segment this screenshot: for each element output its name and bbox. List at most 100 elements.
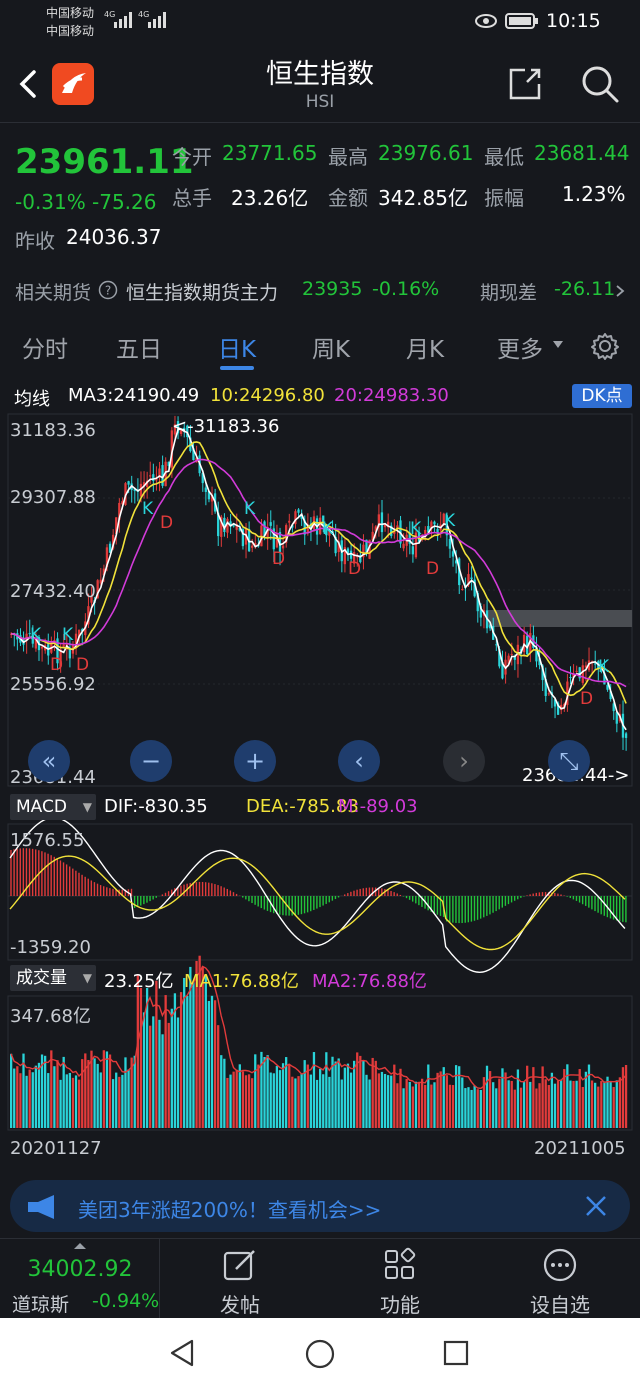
volume-bar — [618, 1077, 622, 1128]
post-button[interactable]: 发帖 — [160, 1239, 320, 1319]
volume-bar — [217, 1025, 220, 1128]
volume-bar — [448, 1084, 452, 1128]
volume-bar — [597, 1086, 600, 1128]
add-watchlist-button[interactable]: 设自选 — [480, 1239, 640, 1319]
volume-bar — [281, 1063, 285, 1128]
volume-bar — [615, 1080, 618, 1128]
volume-bar — [319, 1068, 322, 1128]
volume-bar — [176, 1017, 180, 1128]
volume-bar — [470, 1089, 473, 1128]
kd-signal-marker: K — [30, 625, 42, 645]
promo-banner[interactable]: 美团3年涨超200%！查看机会>> — [10, 1180, 630, 1232]
nav-back-icon[interactable] — [168, 1338, 198, 1368]
volume-bar — [93, 1058, 96, 1128]
dropdown-arrow-icon — [553, 341, 563, 348]
volume-bar — [402, 1088, 405, 1128]
zoom-in-button[interactable]: + — [234, 740, 276, 782]
volume-bar — [142, 1012, 146, 1128]
volume-bar — [235, 1069, 238, 1128]
prev-close-value: 24036.37 — [66, 225, 162, 249]
volume-bar — [34, 1065, 38, 1128]
volume-bar — [96, 1063, 99, 1128]
scroll-left-button[interactable]: ‹ — [338, 740, 380, 782]
volume-bar — [368, 1079, 371, 1128]
candle-body — [232, 525, 235, 527]
volume-bar — [349, 1072, 353, 1128]
tab-five-day[interactable]: 五日 — [116, 330, 162, 364]
kd-signal-marker: D — [426, 559, 439, 579]
tab-weekly-k[interactable]: 周K — [312, 330, 350, 364]
volume-bar — [108, 1054, 112, 1128]
tab-daily-k[interactable]: 日K — [218, 330, 256, 364]
volume-y-top: 347.68亿 — [10, 1006, 91, 1027]
banner-text: 美团3年涨超200%！查看机会>> — [78, 1198, 382, 1222]
volume-bar — [467, 1087, 470, 1128]
macd-selector[interactable]: MACD ▼ — [10, 794, 96, 820]
grid-icon — [385, 1247, 416, 1279]
chevron-right-icon — [616, 285, 625, 297]
volume-bar — [263, 1057, 266, 1128]
volume-bar — [105, 1051, 109, 1128]
functions-button[interactable]: 功能 — [320, 1239, 480, 1319]
candle-body — [40, 646, 44, 649]
candle-body — [251, 545, 254, 548]
ticker-name: 道琼斯 — [12, 1294, 70, 1316]
volume-bar — [210, 995, 214, 1128]
nav-recents-icon[interactable] — [442, 1339, 470, 1367]
ticker-dowjones[interactable]: 34002.92 道琼斯 -0.94% — [0, 1239, 160, 1319]
volume-bar — [325, 1052, 328, 1128]
help-icon[interactable]: ? — [98, 280, 118, 300]
volume-bar — [328, 1076, 331, 1128]
volume-bar — [600, 1081, 603, 1128]
amount-label: 金额 — [328, 186, 368, 210]
volume-bar — [87, 1059, 90, 1128]
scroll-far-left-button[interactable]: « — [28, 740, 70, 782]
y-axis-label-3: 27432.40 — [10, 581, 96, 602]
edit-icon — [223, 1250, 255, 1281]
y-axis-label-1: 31183.36 — [10, 420, 96, 441]
tab-monthly-k[interactable]: 月K — [406, 330, 444, 364]
candle-body — [411, 546, 414, 555]
futures-row[interactable]: 相关期货 ? 恒生指数期货主力 23935 -0.16% 期现差 -26.11 — [0, 262, 640, 318]
candle-body — [288, 520, 291, 523]
candle-body — [470, 577, 473, 580]
search-icon[interactable] — [578, 62, 622, 106]
kd-signal-marker: K — [142, 499, 154, 519]
active-tab-indicator — [220, 366, 254, 370]
volume-selector[interactable]: 成交量 ▼ — [10, 965, 96, 991]
volume-bar — [285, 1057, 288, 1128]
volume-bar — [68, 1072, 71, 1128]
tab-more[interactable]: 更多 — [497, 330, 543, 364]
candle-body — [433, 521, 436, 525]
volume-bar — [28, 1069, 31, 1128]
prev-close-label: 昨收 — [15, 229, 55, 253]
clock: 10:15 — [546, 10, 601, 32]
volume-bar — [343, 1067, 347, 1128]
fullscreen-button[interactable]: ⤡ — [548, 740, 590, 782]
volume-bar — [352, 1060, 356, 1128]
kd-signal-marker: K — [322, 519, 334, 539]
close-icon[interactable] — [584, 1194, 608, 1218]
open-label: 今开 — [172, 145, 212, 169]
volume-bar — [238, 1064, 241, 1128]
volume-bar — [186, 995, 189, 1128]
watchlist-label: 设自选 — [530, 1293, 590, 1317]
volume-bar — [380, 1071, 384, 1128]
share-icon[interactable] — [505, 64, 545, 104]
volume-bar — [124, 1057, 127, 1128]
volume-bar — [411, 1086, 414, 1128]
kd-signal-marker: D — [580, 689, 593, 709]
nav-home-icon[interactable] — [304, 1338, 336, 1370]
volume-selector-label: 成交量 — [16, 968, 67, 988]
volume-bar — [476, 1089, 479, 1128]
volume-bar — [594, 1082, 597, 1128]
scroll-right-button[interactable]: › — [443, 740, 485, 782]
bottom-toolbar: 34002.92 道琼斯 -0.94% 发帖 功能 设自选 — [0, 1238, 640, 1319]
volume-bar — [553, 1083, 557, 1128]
volume-bar — [133, 1055, 136, 1128]
zoom-out-button[interactable]: − — [130, 740, 172, 782]
tab-intraday[interactable]: 分时 — [22, 330, 68, 364]
volume-bar — [522, 1081, 526, 1128]
gear-icon[interactable] — [590, 331, 620, 361]
candle-body — [319, 517, 322, 535]
